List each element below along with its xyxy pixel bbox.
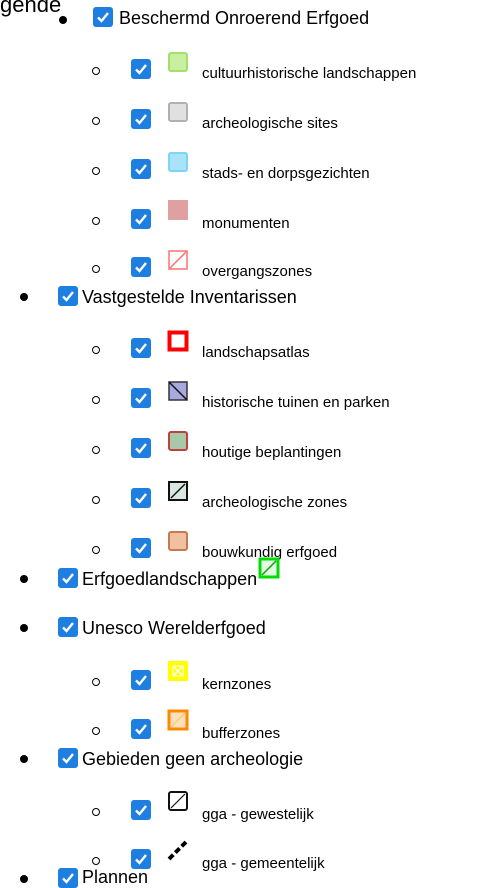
group-label: Gebieden geen archeologie [82,749,304,769]
item-label: archeologische zones [202,494,348,511]
legend-title: gende [0,0,62,17]
checkbox[interactable] [131,388,151,408]
light-blue-square-icon [167,151,189,173]
checkbox[interactable] [131,209,151,229]
bullet-circle [92,346,100,354]
group-label: Beschermd Onroerend Erfgoed [119,8,370,28]
checkbox[interactable] [58,868,78,888]
item-label: gga - gemeentelijk [202,855,325,872]
orange-square-icon [167,530,189,552]
bullet-disc [20,624,28,632]
bullet-disc [20,293,28,301]
group-label: Erfgoedlandschappen [82,569,258,589]
grey-square-icon [167,101,189,123]
checkbox[interactable] [131,59,151,79]
bullet-disc [20,875,28,883]
red-outline-square-icon [167,330,189,352]
bullet-circle [92,496,100,504]
bullet-circle [92,857,100,865]
item-label: stads- en dorpsgezichten [202,165,370,182]
bullet-disc [20,575,28,583]
checkbox[interactable] [131,800,151,820]
item-label: archeologische sites [202,115,338,132]
checkbox[interactable] [131,257,151,277]
item-label: kernzones [202,676,272,693]
checkbox[interactable] [131,338,151,358]
bullet-circle [92,808,100,816]
bullet-circle [92,265,100,273]
checkbox[interactable] [131,438,151,458]
pink-square-icon [167,199,189,221]
green-red-square-icon [167,430,189,452]
purple-hatched-square-icon [167,380,189,402]
checkbox[interactable] [131,109,151,129]
checkbox[interactable] [131,538,151,558]
bullet-circle [92,117,100,125]
bullet-circle [92,167,100,175]
bullet-circle [92,67,100,75]
checkbox[interactable] [58,286,78,306]
black-hatched-square-icon [167,480,189,502]
checkbox[interactable] [131,488,151,508]
bullet-disc [20,755,28,763]
bullet-disc [59,16,67,24]
red-hatched-square-icon [167,249,189,271]
item-label: overgangszones [202,263,313,280]
item-label: houtige beplantingen [202,444,342,461]
bullet-circle [92,217,100,225]
checkbox[interactable] [93,7,113,27]
bullet-circle [92,727,100,735]
black-dashed-line-icon [167,839,189,861]
item-label: landschapsatlas [202,344,310,361]
group-label: Vastgestelde Inventarissen [82,287,297,307]
light-green-square-icon [167,51,189,73]
item-label: bufferzones [202,725,281,742]
item-label: cultuurhistorische landschappen [202,65,417,82]
bullet-circle [92,546,100,554]
checkbox[interactable] [58,568,78,588]
group-label: Unesco Werelderfgoed [82,618,266,638]
checkbox[interactable] [131,719,151,739]
orange-hatched-square-icon [167,709,189,731]
checkbox[interactable] [131,670,151,690]
bullet-circle [92,678,100,686]
item-label: historische tuinen en parken [202,394,390,411]
bullet-circle [92,446,100,454]
item-label: monumenten [202,215,290,232]
bullet-circle [92,396,100,404]
yellow-cross-square-icon [167,660,189,682]
green-hatched-square-icon [258,557,280,579]
black-hatched-outline-icon [167,790,189,812]
checkbox[interactable] [131,159,151,179]
checkbox[interactable] [58,617,78,637]
checkbox[interactable] [58,748,78,768]
item-label: gga - gewestelijk [202,806,314,823]
